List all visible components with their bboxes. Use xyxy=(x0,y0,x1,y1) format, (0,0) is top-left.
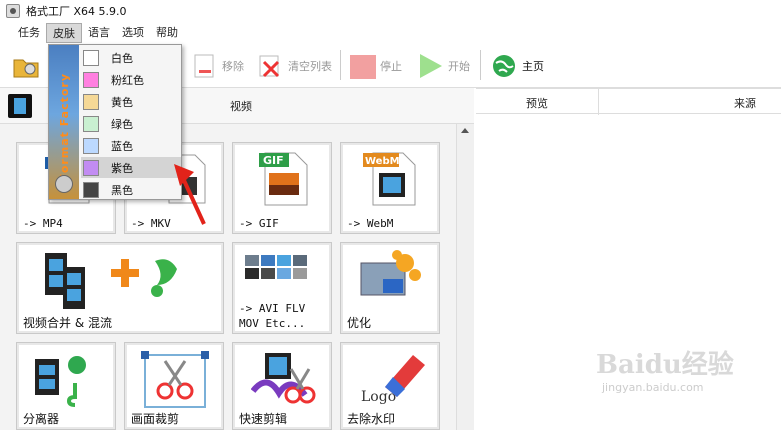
play-icon xyxy=(416,52,444,80)
tile-label: -> AVI FLV MOV Etc... xyxy=(239,302,306,330)
app-icon xyxy=(6,4,20,18)
format-factory-logo-icon xyxy=(55,175,73,193)
skin-label: 粉红色 xyxy=(111,73,144,87)
column-preview[interactable]: 预览 xyxy=(526,95,548,111)
swatch-black-icon xyxy=(83,181,99,198)
film-icon xyxy=(8,94,32,118)
skin-purple[interactable]: 紫色 xyxy=(81,157,181,178)
swatch-pink-icon xyxy=(83,71,99,88)
remove-icon xyxy=(190,52,218,80)
menu-skin[interactable]: 皮肤 xyxy=(46,23,82,43)
tile-label: -> MKV xyxy=(131,217,171,230)
swatch-white-icon xyxy=(83,49,99,66)
start-button[interactable]: 开始 xyxy=(416,50,470,82)
tile-to-gif[interactable]: GIF -> GIF xyxy=(232,142,332,234)
tile-quick-cut[interactable]: 快速剪辑 xyxy=(232,342,332,430)
swatch-yellow-icon xyxy=(83,93,99,110)
stop-button[interactable]: 停止 xyxy=(348,50,402,82)
tile-merge[interactable]: 视频合并 & 混流 xyxy=(16,242,224,334)
task-list-header: 预览 来源 xyxy=(476,88,781,115)
skin-label: 蓝色 xyxy=(111,139,133,153)
tile-label: -> GIF xyxy=(239,217,279,230)
remove-label: 移除 xyxy=(222,60,244,73)
start-label: 开始 xyxy=(448,60,470,73)
skin-label: 黄色 xyxy=(111,95,133,109)
column-source[interactable]: 来源 xyxy=(734,95,756,111)
swatch-purple-icon xyxy=(83,159,99,176)
webm-badge-text: WebM xyxy=(365,156,400,167)
optimize-icon xyxy=(360,250,421,296)
skin-label: 绿色 xyxy=(111,117,133,131)
tile-label: 优化 xyxy=(347,316,372,330)
clear-list-button[interactable]: 清空列表 xyxy=(256,50,332,82)
formats-icon xyxy=(245,255,307,279)
category-label: 视频 xyxy=(230,100,252,113)
skin-dropdown-menu: Format Factory 白色 粉红色 黄色 绿色 蓝色 紫色 黑色 xyxy=(48,44,182,200)
window-title: 格式工厂 X64 5.9.0 xyxy=(26,5,127,18)
watermark-text: Baidu经验 xyxy=(596,350,734,380)
tile-to-webm[interactable]: WebM -> WebM xyxy=(340,142,440,234)
toolbar-separator xyxy=(340,50,341,80)
remove-button[interactable]: 移除 xyxy=(190,50,244,82)
skin-black[interactable]: 黑色 xyxy=(81,179,181,200)
stop-label: 停止 xyxy=(380,60,402,73)
menu-task[interactable]: 任务 xyxy=(12,23,46,43)
skin-blue[interactable]: 蓝色 xyxy=(81,135,181,156)
column-divider[interactable] xyxy=(598,89,599,115)
annotation-arrow-icon xyxy=(174,164,206,225)
output-folder-button[interactable] xyxy=(12,50,44,82)
clear-list-label: 清空列表 xyxy=(288,60,332,73)
tile-label: -> WebM xyxy=(347,217,394,230)
scroll-up-icon[interactable] xyxy=(461,128,469,133)
skin-label: 黑色 xyxy=(111,183,133,197)
gif-badge-text: GIF xyxy=(263,154,284,167)
menu-options[interactable]: 选项 xyxy=(116,23,150,43)
webm-icon: WebM xyxy=(363,152,416,206)
crop-icon xyxy=(141,351,209,408)
skin-yellow[interactable]: 黄色 xyxy=(81,91,181,112)
side-banner-text: Format Factory xyxy=(58,73,71,182)
swatch-blue-icon xyxy=(83,137,99,154)
tile-label: 视频合并 & 混流 xyxy=(23,316,112,330)
tile-splitter[interactable]: 分离器 xyxy=(16,342,116,430)
home-label: 主页 xyxy=(522,60,544,73)
remove-watermark-icon: Logo xyxy=(361,355,425,405)
menu-help[interactable]: 帮助 xyxy=(150,23,184,43)
gif-icon: GIF xyxy=(259,152,308,206)
tile-scrollbar[interactable] xyxy=(456,124,474,430)
splitter-icon xyxy=(35,356,86,407)
skin-label: 紫色 xyxy=(111,161,133,175)
stop-icon xyxy=(348,52,376,80)
tile-label: 快速剪辑 xyxy=(239,412,288,426)
tile-label: 去除水印 xyxy=(347,412,396,426)
swatch-green-icon xyxy=(83,115,99,132)
quick-cut-icon xyxy=(251,353,316,404)
home-button[interactable]: 主页 xyxy=(490,50,544,82)
skin-white[interactable]: 白色 xyxy=(81,47,181,68)
menu-side-banner: Format Factory xyxy=(49,45,79,199)
skin-green[interactable]: 绿色 xyxy=(81,113,181,134)
globe-icon xyxy=(490,52,518,80)
menu-language[interactable]: 语言 xyxy=(82,23,116,43)
clear-list-icon xyxy=(256,52,284,80)
title-bar: 格式工厂 X64 5.9.0 xyxy=(0,0,781,22)
tile-avi-flv-mov[interactable]: -> AVI FLV MOV Etc... xyxy=(232,242,332,334)
menu-bar: 任务 皮肤 语言 选项 帮助 xyxy=(0,22,781,44)
toolbar-separator xyxy=(480,50,481,80)
watermark: Baidu经验 jingyan.baidu.com xyxy=(596,344,776,414)
tile-label: -> MP4 xyxy=(23,217,63,230)
tile-optimize[interactable]: 优化 xyxy=(340,242,440,334)
watermark-url: jingyan.baidu.com xyxy=(602,381,704,394)
tile-crop[interactable]: 画面裁剪 xyxy=(124,342,224,430)
skin-label: 白色 xyxy=(111,51,133,65)
tile-label: 分离器 xyxy=(23,412,60,426)
merge-icon xyxy=(45,253,177,309)
skin-pink[interactable]: 粉红色 xyxy=(81,69,181,90)
tile-remove-watermark[interactable]: Logo 去除水印 xyxy=(340,342,440,430)
tile-label: 画面裁剪 xyxy=(131,412,180,426)
folder-icon xyxy=(12,52,40,80)
